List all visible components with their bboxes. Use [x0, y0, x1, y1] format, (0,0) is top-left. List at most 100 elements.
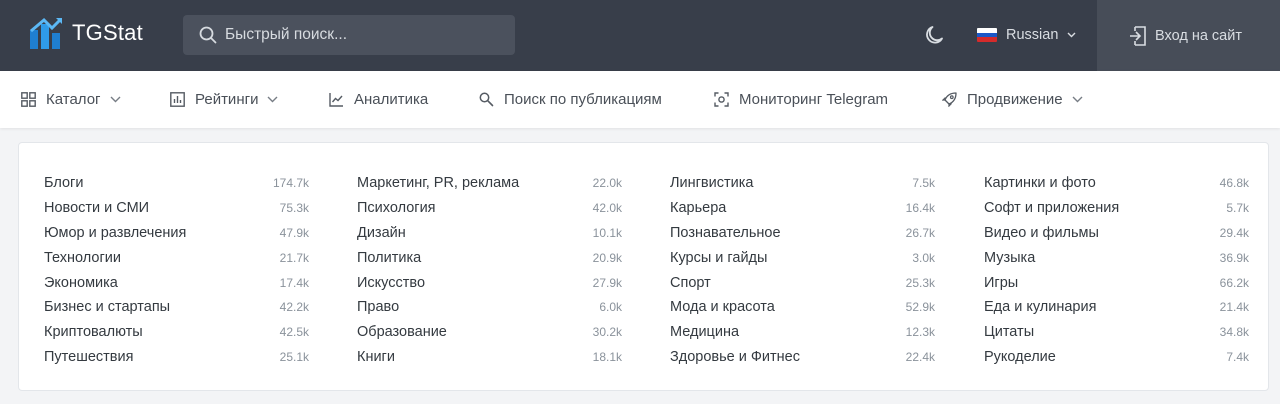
nav-catalog[interactable]: Каталог [21, 71, 121, 128]
category-link[interactable]: Маркетинг, PR, реклама 22.0k [357, 171, 622, 196]
category-count: 25.1k [279, 349, 309, 364]
dark-mode-moon-icon[interactable] [923, 23, 947, 47]
category-count: 7.4k [1226, 349, 1249, 364]
category-column-3: Лингвистика 7.5k Карьера 16.4k Познаватель… [670, 171, 935, 369]
category-name: Софт и приложения [984, 200, 1120, 217]
main-nav: Каталог Рейтинги Аналитика Поиск по публ… [0, 71, 1280, 128]
category-link[interactable]: Спорт 25.3k [670, 270, 935, 295]
category-name: Курсы и гайды [670, 249, 768, 266]
category-link[interactable]: Книги 18.1k [357, 345, 622, 370]
search-icon [479, 92, 494, 107]
category-count: 20.9k [592, 250, 622, 265]
category-link[interactable]: Экономика 17.4k [44, 270, 309, 295]
category-count: 34.8k [1219, 325, 1249, 340]
category-link[interactable]: Криптовалюты 42.5k [44, 320, 309, 345]
category-link[interactable]: Мода и красота 52.9k [670, 295, 935, 320]
category-name: Путешествия [44, 348, 134, 365]
category-link[interactable]: Медицина 12.3k [670, 320, 935, 345]
category-link[interactable]: Картинки и фото 46.8k [984, 171, 1249, 196]
category-link[interactable]: Лингвистика 7.5k [670, 171, 935, 196]
nav-publication-search[interactable]: Поиск по публикациям [479, 71, 662, 128]
category-name: Музыка [984, 249, 1036, 266]
category-column-2: Маркетинг, PR, реклама 22.0k Психология 42… [357, 171, 622, 369]
category-link[interactable]: Софт и приложения 5.7k [984, 196, 1249, 221]
category-link[interactable]: Бизнес и стартапы 42.2k [44, 295, 309, 320]
category-link[interactable]: Музыка 36.9k [984, 245, 1249, 270]
category-name: Еда и кулинария [984, 299, 1097, 316]
category-name: Рукоделие [984, 348, 1056, 365]
category-count: 6.0k [599, 300, 622, 315]
category-name: Спорт [670, 274, 711, 291]
category-link[interactable]: Карьера 16.4k [670, 196, 935, 221]
category-name: Познавательное [670, 224, 781, 241]
category-link[interactable]: Цитаты 34.8k [984, 320, 1249, 345]
category-count: 17.4k [279, 275, 309, 290]
nav-promotion[interactable]: Продвижение [942, 71, 1083, 128]
search-icon [199, 26, 217, 44]
category-name: Блоги [44, 175, 84, 192]
chevron-down-icon [1067, 32, 1076, 38]
nav-analytics[interactable]: Аналитика [329, 71, 428, 128]
category-count: 29.4k [1219, 225, 1249, 240]
category-name: Юмор и развлечения [44, 224, 187, 241]
category-link[interactable]: Путешествия 25.1k [44, 345, 309, 370]
nav-telegram-monitoring[interactable]: Мониторинг Telegram [714, 71, 888, 128]
category-link[interactable]: Психология 42.0k [357, 196, 622, 221]
category-name: Цитаты [984, 324, 1035, 341]
category-count: 26.7k [905, 225, 935, 240]
category-link[interactable]: Здоровье и Фитнес 22.4k [670, 345, 935, 370]
category-name: Политика [357, 249, 422, 266]
category-column-1: Блоги 174.7k Новости и СМИ 75.3k Юмор и ра… [44, 171, 309, 369]
category-count: 47.9k [279, 225, 309, 240]
category-link[interactable]: Дизайн 10.1k [357, 221, 622, 246]
category-link[interactable]: Политика 20.9k [357, 245, 622, 270]
nav-publication-search-label: Поиск по публикациям [504, 91, 662, 108]
logo-text: TGStat [72, 20, 143, 45]
category-name: Видео и фильмы [984, 224, 1099, 241]
login-label: Вход на сайт [1155, 27, 1242, 44]
category-link[interactable]: Образование 30.2k [357, 320, 622, 345]
logo[interactable]: TGStat [30, 17, 143, 49]
category-link[interactable]: Рукоделие 7.4k [984, 345, 1249, 370]
category-count: 3.0k [912, 250, 935, 265]
category-link[interactable]: Игры 66.2k [984, 270, 1249, 295]
category-name: Карьера [670, 200, 727, 217]
nav-catalog-label: Каталог [46, 91, 101, 108]
category-name: Право [357, 299, 400, 316]
nav-ratings[interactable]: Рейтинги [170, 71, 278, 128]
category-count: 18.1k [592, 349, 622, 364]
category-count: 5.7k [1226, 201, 1249, 216]
chevron-down-icon [267, 96, 278, 103]
category-name: Маркетинг, PR, реклама [357, 175, 520, 192]
chevron-down-icon [110, 96, 121, 103]
language-selector[interactable]: Russian [977, 24, 1076, 46]
category-link[interactable]: Познавательное 26.7k [670, 221, 935, 246]
categories-card: Блоги 174.7k Новости и СМИ 75.3k Юмор и ра… [18, 142, 1269, 391]
logo-icon [30, 17, 63, 49]
category-count: 42.2k [279, 300, 309, 315]
category-link[interactable]: Новости и СМИ 75.3k [44, 196, 309, 221]
login-button[interactable]: Вход на сайт [1097, 0, 1280, 71]
category-count: 7.5k [912, 176, 935, 191]
grid-icon [21, 92, 36, 107]
category-name: Лингвистика [670, 175, 754, 192]
category-link[interactable]: Технологии 21.7k [44, 245, 309, 270]
category-count: 21.7k [279, 250, 309, 265]
category-count: 42.0k [592, 201, 622, 216]
category-count: 36.9k [1219, 250, 1249, 265]
category-count: 22.4k [905, 349, 935, 364]
category-link[interactable]: Видео и фильмы 29.4k [984, 221, 1249, 246]
category-link[interactable]: Курсы и гайды 3.0k [670, 245, 935, 270]
chevron-down-icon [1072, 96, 1083, 103]
category-link[interactable]: Право 6.0k [357, 295, 622, 320]
category-link[interactable]: Еда и кулинария 21.4k [984, 295, 1249, 320]
quick-search-input[interactable]: Быстрый поиск... [183, 15, 515, 55]
category-link[interactable]: Искусство 27.9k [357, 270, 622, 295]
category-name: Криптовалюты [44, 324, 143, 341]
category-link[interactable]: Блоги 174.7k [44, 171, 309, 196]
category-link[interactable]: Юмор и развлечения 47.9k [44, 221, 309, 246]
monitor-icon [714, 92, 729, 107]
bar-chart-icon [170, 92, 185, 107]
category-count: 27.9k [592, 275, 622, 290]
line-chart-icon [329, 93, 343, 107]
